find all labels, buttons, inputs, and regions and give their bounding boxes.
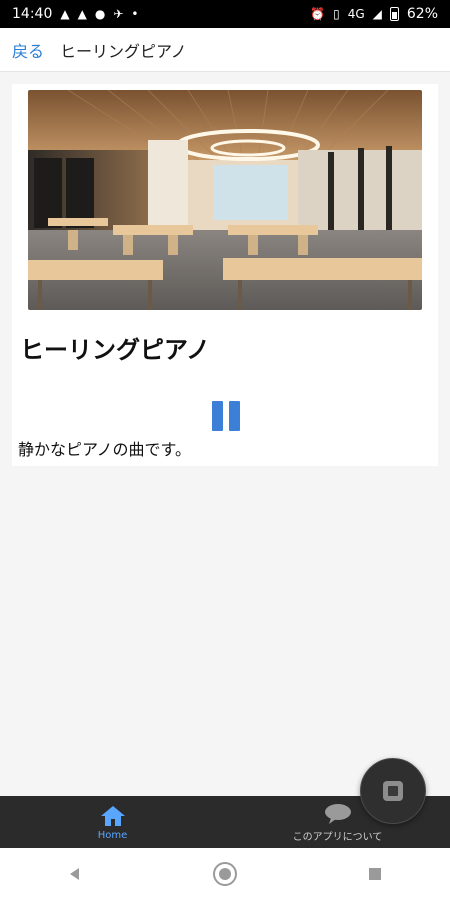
alarm-icon: ⏰ [310, 7, 326, 21]
signal-icon: ◢ [372, 7, 382, 21]
status-time: 14:40 [12, 6, 53, 22]
stop-fab-button[interactable] [360, 758, 426, 824]
status-bar: 14:40 ▲ ▲ ● ✈ • ⏰ ▯ 4G ◢ 62% [0, 0, 450, 28]
status-left: 14:40 ▲ ▲ ● ✈ • [12, 6, 138, 22]
tab-about-label: このアプリについて [292, 831, 383, 843]
chat-bubble-icon [324, 803, 351, 824]
system-nav-bar [0, 848, 450, 900]
tab-home-label: Home [97, 829, 128, 841]
pause-button[interactable] [210, 400, 242, 432]
nav-home-button[interactable] [205, 854, 245, 894]
stop-icon [383, 781, 403, 801]
content-title: ヒーリングピアノ [20, 337, 210, 364]
dot-icon: • [131, 7, 139, 21]
pause-bar-icon [212, 401, 223, 431]
vibrate-icon: ▯ [333, 7, 340, 21]
pause-bar-icon [229, 401, 240, 431]
content-card: ヒーリングピアノ 静かなピアノの曲です。 [12, 84, 438, 466]
page-title: ヒーリングピアノ [60, 41, 187, 61]
home-icon [100, 805, 125, 826]
nav-back-button[interactable] [55, 854, 95, 894]
back-button[interactable]: 戻る [12, 38, 44, 62]
notification-icon: ▲ [60, 7, 70, 21]
content-description: 静かなピアノの曲です。 [18, 440, 191, 459]
status-right: ⏰ ▯ 4G ◢ 62% [310, 6, 438, 22]
message-icon: ● [94, 7, 106, 21]
back-triangle-icon [70, 868, 79, 880]
home-circle-icon [213, 862, 237, 886]
battery-level: 62% [406, 6, 438, 22]
hero-image [28, 90, 422, 310]
notification-icon: ▲ [77, 7, 87, 21]
tab-home[interactable]: Home [0, 796, 225, 848]
network-label: 4G [347, 7, 365, 21]
app-header: 戻る ヒーリングピアノ [0, 28, 450, 72]
nav-recents-button[interactable] [355, 854, 395, 894]
bird-icon: ✈ [113, 7, 124, 21]
battery-icon [389, 7, 399, 21]
recents-square-icon [369, 868, 381, 880]
